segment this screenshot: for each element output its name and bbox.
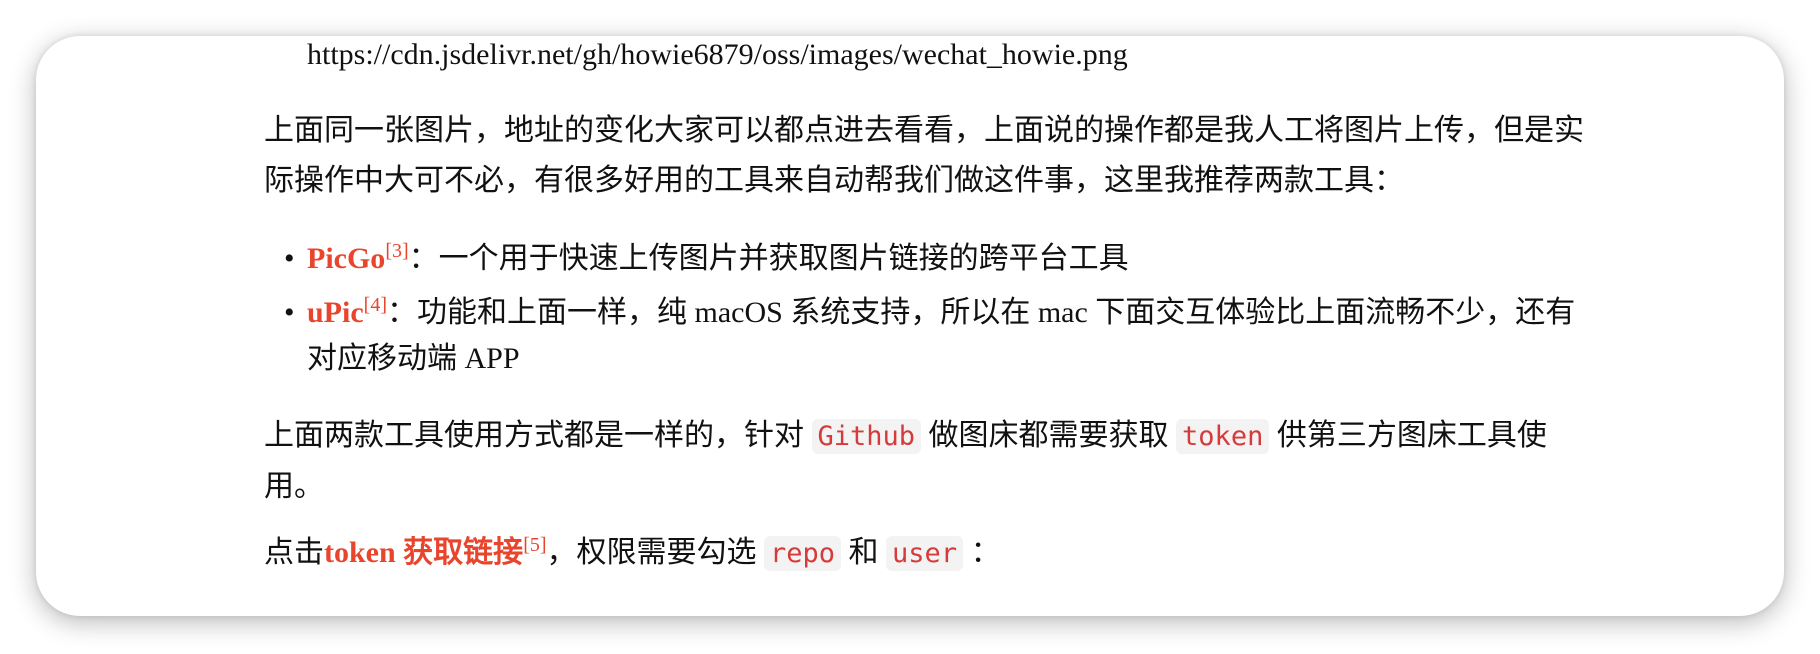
usage-text-mid: 做图床都需要获取 xyxy=(928,419,1169,452)
upic-description: ：功能和上面一样，纯 macOS 系统支持，所以在 mac 下面交互体验比上面流… xyxy=(307,296,1576,375)
token-text-after: ： xyxy=(970,536,1001,569)
bullet-icon: • xyxy=(284,296,295,329)
list-item-upic: • uPic[4]：功能和上面一样，纯 macOS 系统支持，所以在 mac 下… xyxy=(264,290,1604,382)
bullet-icon: • xyxy=(284,242,295,275)
token-text-mid: ，权限需要勾选 xyxy=(546,536,757,569)
usage-text-before: 上面两款工具使用方式都是一样的，针对 xyxy=(264,419,804,452)
code-repo: repo xyxy=(764,536,842,571)
code-user: user xyxy=(886,536,964,571)
tool-list: • PicGo[3]：一个用于快速上传图片并获取图片链接的跨平台工具 • uPi… xyxy=(264,236,1604,390)
footnote-ref-5[interactable]: [5] xyxy=(523,534,546,556)
token-link[interactable]: token 获取链接 xyxy=(324,536,523,569)
token-text-before: 点击 xyxy=(264,536,324,569)
footnote-ref-4[interactable]: [4] xyxy=(364,294,387,316)
code-token: token xyxy=(1176,419,1270,454)
article-card: https://cdn.jsdelivr.net/gh/howie6879/os… xyxy=(36,36,1784,616)
list-item-picgo: • PicGo[3]：一个用于快速上传图片并获取图片链接的跨平台工具 xyxy=(264,236,1604,282)
upic-link[interactable]: uPic xyxy=(307,296,364,329)
image-url-text: https://cdn.jsdelivr.net/gh/howie6879/os… xyxy=(307,38,1128,71)
paragraph-intro: 上面同一张图片，地址的变化大家可以都点进去看看，上面说的操作都是我人工将图片上传… xyxy=(264,114,1584,197)
paragraph-token: 点击token 获取链接[5]，权限需要勾选 repo 和 user ： xyxy=(264,528,1604,579)
picgo-link[interactable]: PicGo xyxy=(307,242,385,275)
picgo-description: ：一个用于快速上传图片并获取图片链接的跨平台工具 xyxy=(408,242,1129,275)
code-github: Github xyxy=(811,419,922,454)
paragraph-usage: 上面两款工具使用方式都是一样的，针对 Github 做图床都需要获取 token… xyxy=(264,411,1604,512)
token-text-and: 和 xyxy=(848,536,879,569)
footnote-ref-3[interactable]: [3] xyxy=(385,240,408,262)
